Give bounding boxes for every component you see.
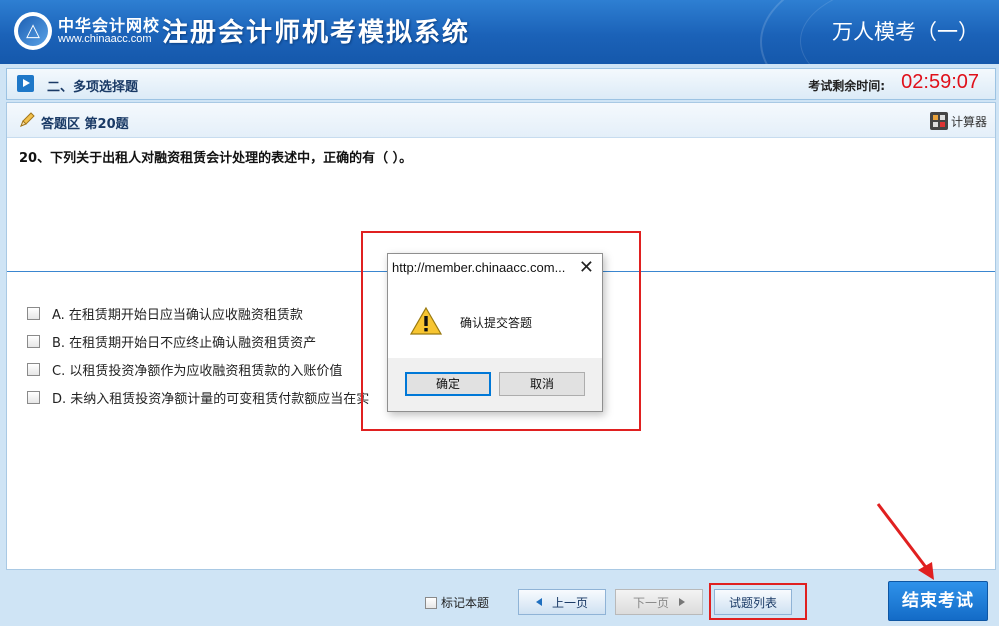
- arrow-right-icon: [679, 598, 685, 606]
- option-list: A. 在租赁期开始日应当确认应收融资租赁款 B. 在租赁期开始日不应终止确认融资…: [27, 299, 369, 411]
- answer-area-title: 答题区 第20题: [41, 117, 129, 132]
- option-a-label: A. 在租赁期开始日应当确认应收融资租赁款: [52, 307, 303, 323]
- confirm-button[interactable]: 确定: [405, 372, 491, 396]
- dialog-footer: 确定 取消: [388, 358, 602, 411]
- question-text: 20、下列关于出租人对融资租赁会计处理的表述中，正确的有（ ）。: [19, 151, 413, 166]
- mark-question-checkbox[interactable]: [425, 596, 437, 609]
- dialog-title: http://member.chinaacc.com...: [392, 260, 566, 275]
- exam-name: 万人模考（一）: [832, 20, 979, 44]
- end-exam-button[interactable]: 结束考试: [888, 581, 988, 621]
- option-d-checkbox[interactable]: [27, 390, 40, 404]
- app-header: △ 中华会计网校 www.chinaacc.com 注册会计师机考模拟系统 万人…: [0, 0, 999, 64]
- option-d-label: D. 未纳入租赁投资净额计量的可变租赁付款额应当在实: [52, 391, 370, 407]
- option-b[interactable]: B. 在租赁期开始日不应终止确认融资租赁资产: [27, 327, 369, 355]
- question-list-button[interactable]: 试题列表: [714, 589, 792, 615]
- dialog-message: 确认提交答题: [460, 316, 533, 330]
- option-b-label: B. 在租赁期开始日不应终止确认融资租赁资产: [52, 335, 317, 351]
- answer-area-bar: 答题区 第20题 计算器: [7, 103, 995, 138]
- arrow-left-icon: [535, 598, 542, 606]
- system-title: 注册会计师机考模拟系统: [162, 18, 471, 48]
- section-title: 二、多项选择题: [47, 80, 139, 95]
- option-b-checkbox[interactable]: [27, 334, 40, 348]
- brand-logo-icon: △: [14, 12, 52, 50]
- section-bar: 二、多项选择题 考试剩余时间: 02:59:07: [6, 68, 996, 100]
- section-play-icon: [17, 75, 34, 92]
- prev-page-button[interactable]: 上一页: [518, 589, 606, 615]
- timer-value: 02:59:07: [901, 71, 979, 93]
- prev-page-label: 上一页: [551, 595, 588, 610]
- mark-question-toggle[interactable]: 标记本题: [425, 594, 489, 611]
- confirm-dialog: http://member.chinaacc.com... ✕ 确认提交答题 确…: [387, 253, 603, 412]
- timer-label: 考试剩余时间:: [808, 79, 885, 93]
- pencil-icon: [20, 112, 35, 127]
- brand-url: www.chinaacc.com: [58, 33, 152, 45]
- question-list-label: 试题列表: [728, 595, 777, 610]
- cancel-button[interactable]: 取消: [499, 372, 585, 396]
- option-c[interactable]: C. 以租赁投资净额作为应收融资租赁款的入账价值: [27, 355, 369, 383]
- next-page-button[interactable]: 下一页: [615, 589, 703, 615]
- warning-icon: [410, 306, 442, 335]
- option-a[interactable]: A. 在租赁期开始日应当确认应收融资租赁款: [27, 299, 369, 327]
- option-a-checkbox[interactable]: [27, 306, 40, 320]
- close-icon[interactable]: ✕: [579, 257, 594, 278]
- calculator-button[interactable]: 计算器: [929, 111, 987, 131]
- calculator-label: 计算器: [950, 114, 987, 129]
- calculator-icon: [929, 112, 948, 130]
- red-arrow-annotation-icon: [876, 503, 934, 580]
- mark-question-label: 标记本题: [441, 596, 490, 610]
- option-d[interactable]: D. 未纳入租赁投资净额计量的可变租赁付款额应当在实: [27, 383, 369, 411]
- option-c-label: C. 以租赁投资净额作为应收融资租赁款的入账价值: [52, 363, 343, 379]
- next-page-label: 下一页: [632, 595, 669, 610]
- option-c-checkbox[interactable]: [27, 362, 40, 376]
